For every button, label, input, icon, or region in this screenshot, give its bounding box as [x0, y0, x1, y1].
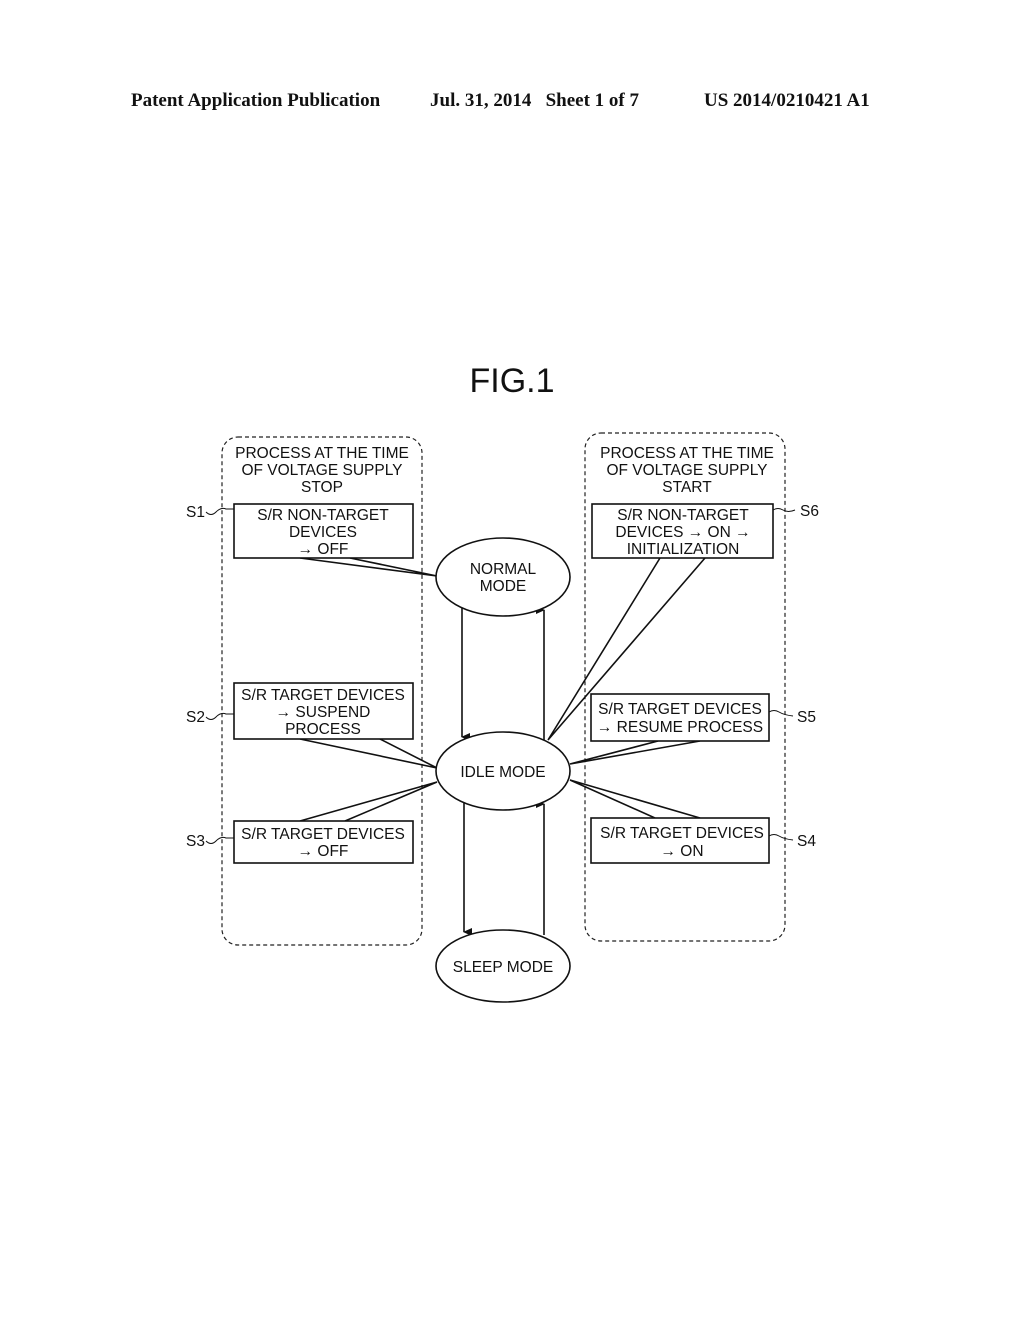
mode-sleep-label: SLEEP MODE	[453, 959, 554, 976]
mode-normal-label: NORMAL	[470, 561, 537, 578]
step-label-s6: S6	[800, 503, 819, 520]
leader-s3	[205, 836, 234, 844]
callout-s1	[299, 557, 438, 577]
callout-s3	[299, 781, 438, 822]
step-s6-line: DEVICES → ON →	[615, 524, 750, 541]
step-s2-line: PROCESS	[285, 721, 361, 738]
leader-s2	[205, 712, 234, 720]
step-s2-line: S/R TARGET DEVICES	[241, 687, 405, 704]
callout-s2	[299, 738, 438, 769]
step-label-s1: S1	[186, 504, 205, 521]
step-s6-line: INITIALIZATION	[627, 541, 740, 558]
step-label-s5: S5	[797, 709, 816, 726]
group-start-title-line: OF VOLTAGE SUPPLY	[606, 462, 767, 479]
step-s6-line: S/R NON-TARGET	[617, 507, 749, 524]
step-s4-line: → ON	[660, 843, 703, 860]
group-stop-title-line: PROCESS AT THE TIME	[235, 445, 409, 462]
callout-s5	[569, 740, 701, 765]
step-s3-line: → OFF	[298, 843, 349, 860]
step-s1-line: → OFF	[298, 541, 349, 558]
step-s2-line: → SUSPEND	[276, 704, 371, 721]
step-label-s2: S2	[186, 709, 205, 726]
mode-idle-label: IDLE MODE	[460, 764, 545, 781]
group-start-title-line: PROCESS AT THE TIME	[600, 445, 774, 462]
step-label-s3: S3	[186, 833, 205, 850]
step-s5-line: → RESUME PROCESS	[597, 719, 763, 736]
leader-s4	[768, 834, 794, 841]
leader-s5	[768, 710, 794, 717]
leader-s1	[205, 507, 234, 515]
step-s1-line: DEVICES	[289, 524, 357, 541]
step-s4-line: S/R TARGET DEVICES	[600, 825, 764, 842]
leader-s6	[772, 508, 796, 512]
step-s3-line: S/R TARGET DEVICES	[241, 826, 405, 843]
group-start-title-line: START	[662, 479, 712, 496]
step-label-s4: S4	[797, 833, 816, 850]
step-s1-line: S/R NON-TARGET	[257, 507, 389, 524]
state-diagram: PROCESS AT THE TIME OF VOLTAGE SUPPLY ST…	[186, 432, 819, 1003]
mode-normal-label: MODE	[480, 578, 527, 595]
callout-s4	[569, 779, 701, 819]
group-stop-title-line: OF VOLTAGE SUPPLY	[241, 462, 402, 479]
step-s5-line: S/R TARGET DEVICES	[598, 701, 762, 718]
group-stop-title-line: STOP	[301, 479, 343, 496]
